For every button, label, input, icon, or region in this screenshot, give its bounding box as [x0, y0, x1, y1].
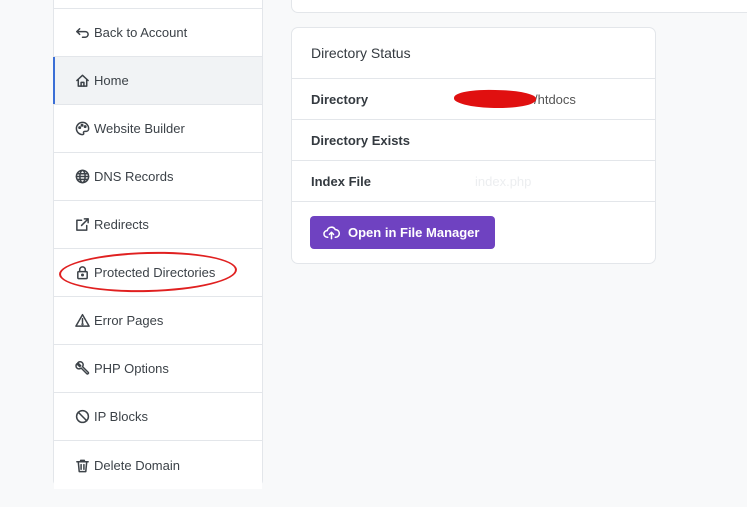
sidebar-item-dns-records[interactable]: DNS Records [54, 153, 262, 201]
sidebar-item-back-to-account[interactable]: Back to Account [54, 9, 262, 57]
row-value: index.php [475, 173, 532, 189]
tools-icon [74, 361, 90, 377]
sidebar-item-label: Error Pages [94, 313, 164, 328]
sidebar-item-label: DNS Records [94, 169, 174, 184]
sidebar-item-protected-directories[interactable]: Protected Directories [54, 249, 262, 297]
block-icon [74, 409, 90, 425]
sidebar-item-home[interactable]: Home [53, 57, 262, 105]
lock-icon [74, 265, 90, 281]
status-row-directory: Directory /htdocs [292, 79, 655, 120]
sidebar-item-error-pages[interactable]: Error Pages [54, 297, 262, 345]
sidebar-item-label: Home [94, 73, 129, 88]
button-label: Open in File Manager [348, 225, 480, 240]
sidebar-item-ip-blocks[interactable]: IP Blocks [54, 393, 262, 441]
sidebar-item-label: Back to Account [94, 25, 188, 40]
row-label: Directory [311, 91, 369, 107]
globe-icon [74, 169, 90, 185]
directory-status-card: Directory Status Directory /htdocs Direc… [291, 27, 656, 264]
back-arrow-icon [74, 25, 90, 41]
sidebar-item-label: IP Blocks [94, 409, 148, 424]
sidebar-item-label: PHP Options [94, 361, 169, 376]
cloud-upload-icon [323, 226, 340, 240]
sidebar-item-delete-domain[interactable]: Delete Domain [54, 441, 262, 489]
warning-icon [74, 313, 90, 329]
sidebar-item-label: Website Builder [94, 121, 185, 136]
row-label: Index File [311, 173, 371, 189]
sidebar-top-strip [54, 0, 262, 9]
sidebar: Back to Account Home Website Builder DNS… [53, 0, 263, 489]
row-value: /htdocs [534, 91, 576, 107]
home-icon [74, 73, 90, 89]
sidebar-item-label: Protected Directories [94, 265, 216, 280]
row-label: Directory Exists [311, 132, 410, 148]
sidebar-item-php-options[interactable]: PHP Options [54, 345, 262, 393]
external-link-icon [74, 217, 90, 233]
sidebar-item-redirects[interactable]: Redirects [54, 201, 262, 249]
card-title: Directory Status [292, 28, 655, 79]
sidebar-item-label: Delete Domain [94, 457, 180, 473]
top-card [291, 0, 747, 13]
status-row-index-file: Index File index.php [292, 161, 655, 202]
palette-icon [74, 121, 90, 137]
sidebar-item-website-builder[interactable]: Website Builder [54, 105, 262, 153]
open-in-file-manager-button[interactable]: Open in File Manager [310, 216, 496, 249]
button-area: Open in File Manager [292, 202, 655, 249]
status-row-directory-exists: Directory Exists [292, 120, 655, 161]
trash-icon [74, 457, 90, 473]
sidebar-item-label: Redirects [94, 217, 149, 232]
